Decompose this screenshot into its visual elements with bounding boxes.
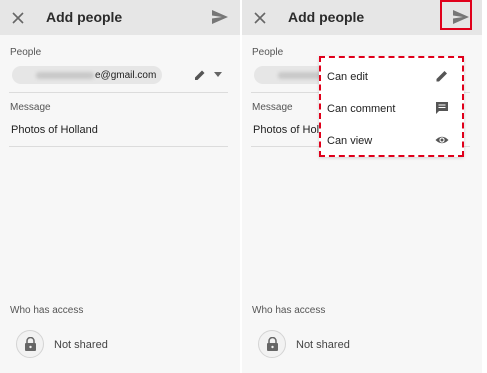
access-status: Not shared (54, 339, 108, 351)
lock-icon (267, 337, 278, 351)
divider (9, 92, 228, 93)
close-icon[interactable] (11, 11, 25, 25)
people-label: People (10, 47, 42, 58)
recipient-chip[interactable]: e@gmail.com (12, 66, 162, 84)
chevron-down-icon[interactable] (214, 72, 222, 78)
redacted-email (36, 71, 94, 79)
divider (9, 146, 228, 147)
send-button-highlight (440, 0, 472, 30)
people-label: People (252, 47, 284, 58)
pencil-icon (436, 71, 447, 82)
message-label: Message (252, 102, 293, 113)
access-label: Who has access (10, 305, 84, 316)
recipient-email: e@gmail.com (95, 69, 157, 81)
pencil-icon[interactable] (194, 69, 206, 81)
lock-avatar (16, 330, 44, 358)
menu-item-can-comment[interactable]: Can comment (321, 93, 462, 123)
top-bar: Add people (0, 0, 240, 35)
menu-item-label: Can view (327, 135, 373, 147)
message-input[interactable]: Photos of Holland (11, 124, 98, 136)
access-label: Who has access (252, 305, 326, 316)
message-label: Message (10, 102, 51, 113)
close-icon[interactable] (253, 11, 267, 25)
menu-item-can-edit[interactable]: Can edit (321, 61, 462, 91)
menu-item-label: Can comment (327, 103, 396, 115)
lock-icon (25, 337, 36, 351)
lock-avatar (258, 330, 286, 358)
eye-icon (435, 136, 449, 144)
menu-item-label: Can edit (327, 71, 368, 83)
send-icon[interactable] (211, 9, 229, 25)
page-title: Add people (288, 9, 365, 25)
access-status: Not shared (296, 339, 350, 351)
permission-menu: Can edit Can comment Can view (319, 56, 464, 157)
comment-icon (436, 102, 448, 114)
add-people-screen-left: Add people People e@gmail.com Message Ph… (0, 0, 240, 373)
menu-item-can-view[interactable]: Can view (321, 125, 462, 155)
page-title: Add people (46, 9, 123, 25)
